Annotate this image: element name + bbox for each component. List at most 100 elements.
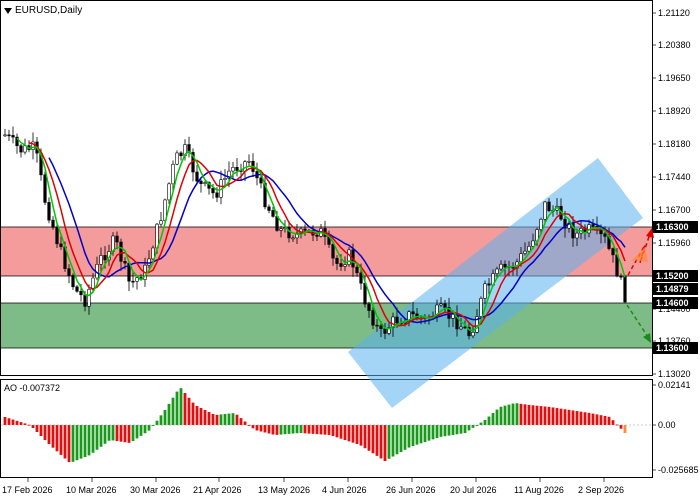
chart-root[interactable]: 1.21120 1.20380 1.19650 1.18920 1.18180 1.174… [0, 0, 700, 500]
ao-bar [507, 404, 511, 425]
ao-bar [211, 414, 215, 425]
time-tick-label: 30 Mar 2026 [130, 485, 181, 495]
ao-bar [571, 410, 575, 425]
candle-body [367, 303, 371, 311]
level-tag-label: 1.16300 [656, 222, 689, 232]
ao-bar [275, 425, 279, 435]
ao-bar [547, 406, 551, 425]
ao-bar [447, 425, 451, 436]
candle-body [463, 326, 467, 329]
ao-bar [103, 425, 107, 444]
ao-bar [455, 425, 459, 435]
candle-body [479, 298, 483, 317]
ao-bar [587, 412, 591, 425]
ao-bar [123, 425, 127, 443]
candle-body [395, 316, 399, 324]
candle-body [119, 241, 123, 262]
ao-bar [435, 425, 439, 438]
candle-body [83, 294, 87, 307]
ao-bar [391, 425, 395, 457]
ao-bar [279, 425, 283, 435]
time-tick-label: 2 Sep 2026 [578, 485, 624, 495]
dropdown-triangle-icon [4, 7, 12, 14]
ao-bar [371, 425, 375, 454]
ao-indicator-label: AO -0.007372 [4, 383, 61, 393]
ao-bar [143, 425, 147, 434]
ao-bar [191, 402, 195, 425]
candle-body [91, 277, 95, 290]
candle-body [623, 275, 627, 303]
ao-bar [147, 425, 151, 431]
candle-body [359, 272, 363, 284]
ao-bar [515, 403, 519, 425]
ao-bar [259, 425, 263, 432]
candle-body [179, 152, 183, 157]
ao-bar [499, 406, 503, 425]
ao-bar [359, 425, 363, 446]
candle-body [487, 283, 491, 286]
ao-bar [47, 425, 51, 444]
ao-bar [63, 425, 67, 459]
ao-bar [195, 406, 199, 425]
price-tick-label: 1.19650 [658, 73, 691, 83]
symbol-label: EURUSD,Daily [15, 5, 83, 16]
ao-bar [619, 425, 623, 429]
ao-bar [311, 425, 315, 434]
time-tick-label: 26 Jun 2026 [386, 485, 436, 495]
ao-bar [379, 425, 383, 459]
ao-bar [579, 411, 583, 425]
candle-body [483, 283, 487, 299]
ao-bar [239, 418, 243, 425]
candle-body [247, 160, 251, 163]
ao-bar [591, 413, 595, 425]
ao-bar [495, 409, 499, 425]
candle-body [259, 177, 263, 184]
ao-bar [491, 413, 495, 425]
ao-bar [243, 421, 247, 425]
ao-bar [611, 420, 615, 425]
candle-body [195, 171, 199, 182]
candle-body [51, 219, 55, 228]
level-tag-label: 1.15200 [656, 271, 689, 281]
ao-bar [523, 404, 527, 425]
ao-bar [535, 405, 539, 425]
ao-bar [403, 425, 407, 450]
ao-bar [415, 425, 419, 445]
ao-bar [395, 425, 399, 455]
ao-bar [115, 425, 119, 442]
price-tick-label: 1.18920 [658, 106, 691, 116]
candle-body [7, 134, 11, 137]
ao-bar [271, 425, 275, 435]
ao-bar [583, 412, 587, 425]
candle-body [619, 275, 623, 278]
ao-bar [327, 425, 331, 435]
candle-body [411, 311, 415, 315]
candle-body [171, 163, 175, 185]
candle-body [375, 324, 379, 327]
candle-body [611, 248, 615, 256]
candle-body [339, 263, 343, 267]
candle-body [199, 180, 203, 184]
price-tick-label: 1.17440 [658, 172, 691, 182]
ao-bar [291, 425, 295, 434]
ao-tick-label: 0.02141 [658, 380, 691, 390]
candle-body [131, 280, 135, 283]
candle-body [343, 264, 347, 267]
ao-bar [503, 405, 507, 425]
ao-bar [299, 425, 303, 434]
ao-bar [135, 425, 139, 439]
ao-bar [199, 408, 203, 425]
ao-bar [167, 403, 171, 425]
candle-body [55, 227, 59, 245]
ao-bar [427, 425, 431, 441]
price-chart[interactable]: 1.21120 1.20380 1.19650 1.18920 1.18180 1.174… [0, 0, 700, 500]
ao-bar [315, 425, 319, 435]
ao-bar [31, 425, 35, 428]
ao-bar [375, 425, 379, 456]
ao-bar [527, 404, 531, 425]
ao-bar [383, 425, 387, 461]
ao-bar [295, 425, 299, 434]
candle-body [539, 218, 543, 230]
candle-body [223, 178, 227, 180]
ao-bar [7, 418, 11, 425]
